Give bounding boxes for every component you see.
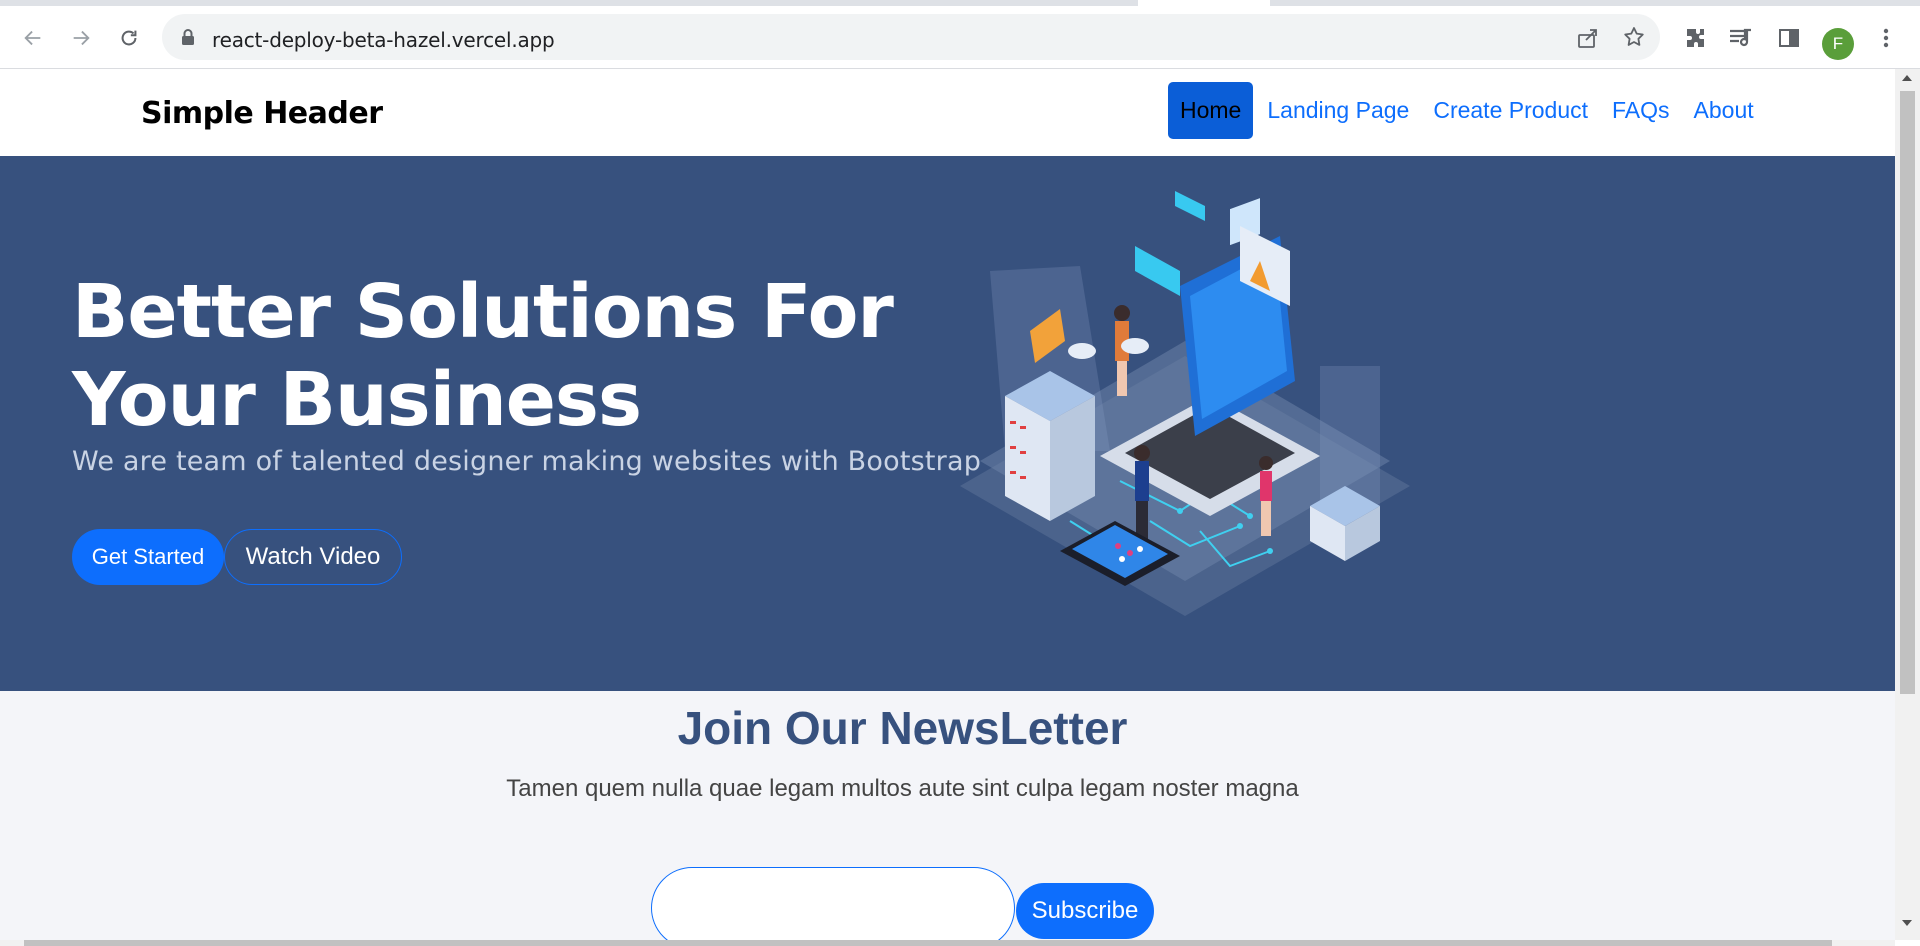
hero-title: Better Solutions For Your Business <box>72 269 894 443</box>
horizontal-scrollbar[interactable] <box>0 940 1895 946</box>
back-icon[interactable] <box>18 23 48 53</box>
lock-icon[interactable] <box>180 28 196 51</box>
extensions-icon[interactable] <box>1681 24 1709 52</box>
watch-video-button[interactable]: Watch Video <box>224 529 402 585</box>
hero-section: Better Solutions For Your Business We ar… <box>0 156 1895 691</box>
nav-about[interactable]: About <box>1682 85 1766 136</box>
scroll-up-icon[interactable] <box>1902 75 1912 81</box>
forward-icon[interactable] <box>66 23 96 53</box>
brand-logo[interactable]: Simple Header <box>141 96 383 131</box>
reload-icon[interactable] <box>114 23 144 53</box>
page-viewport: Simple Header Home Landing Page Create P… <box>0 69 1895 940</box>
newsletter-title: Join Our NewsLetter <box>677 702 1128 754</box>
star-icon[interactable] <box>1622 25 1646 54</box>
share-icon[interactable] <box>1576 26 1600 55</box>
menu-icon[interactable] <box>1872 24 1900 52</box>
side-panel-icon[interactable] <box>1775 24 1803 52</box>
media-icon[interactable] <box>1727 24 1755 52</box>
profile-avatar[interactable]: F <box>1822 28 1854 60</box>
email-input[interactable] <box>651 867 1015 940</box>
horizontal-scroll-thumb[interactable] <box>24 940 1832 946</box>
subscribe-button[interactable]: Subscribe <box>1016 883 1154 939</box>
nav-home[interactable]: Home <box>1168 82 1254 139</box>
nav-landing-page[interactable]: Landing Page <box>1255 85 1421 136</box>
hero-illustration <box>960 191 1410 616</box>
site-header: Simple Header Home Landing Page Create P… <box>0 69 1895 157</box>
vertical-scrollbar[interactable] <box>1895 69 1920 940</box>
get-started-button[interactable]: Get Started <box>72 529 224 585</box>
hero-subtitle: We are team of talented designer making … <box>72 446 982 477</box>
url-text[interactable]: react-deploy-beta-hazel.vercel.app <box>212 28 555 52</box>
main-nav: Home Landing Page Create Product FAQs Ab… <box>1168 82 1766 139</box>
newsletter-text: Tamen quem nulla quae legam multos aute … <box>506 775 1299 802</box>
address-bar[interactable]: react-deploy-beta-hazel.vercel.app <box>162 14 1660 60</box>
browser-toolbar: react-deploy-beta-hazel.vercel.app F <box>0 6 1920 69</box>
scroll-down-icon[interactable] <box>1902 920 1912 926</box>
nav-faqs[interactable]: FAQs <box>1600 85 1682 136</box>
nav-create-product[interactable]: Create Product <box>1421 85 1600 136</box>
vertical-scroll-thumb[interactable] <box>1900 91 1915 694</box>
